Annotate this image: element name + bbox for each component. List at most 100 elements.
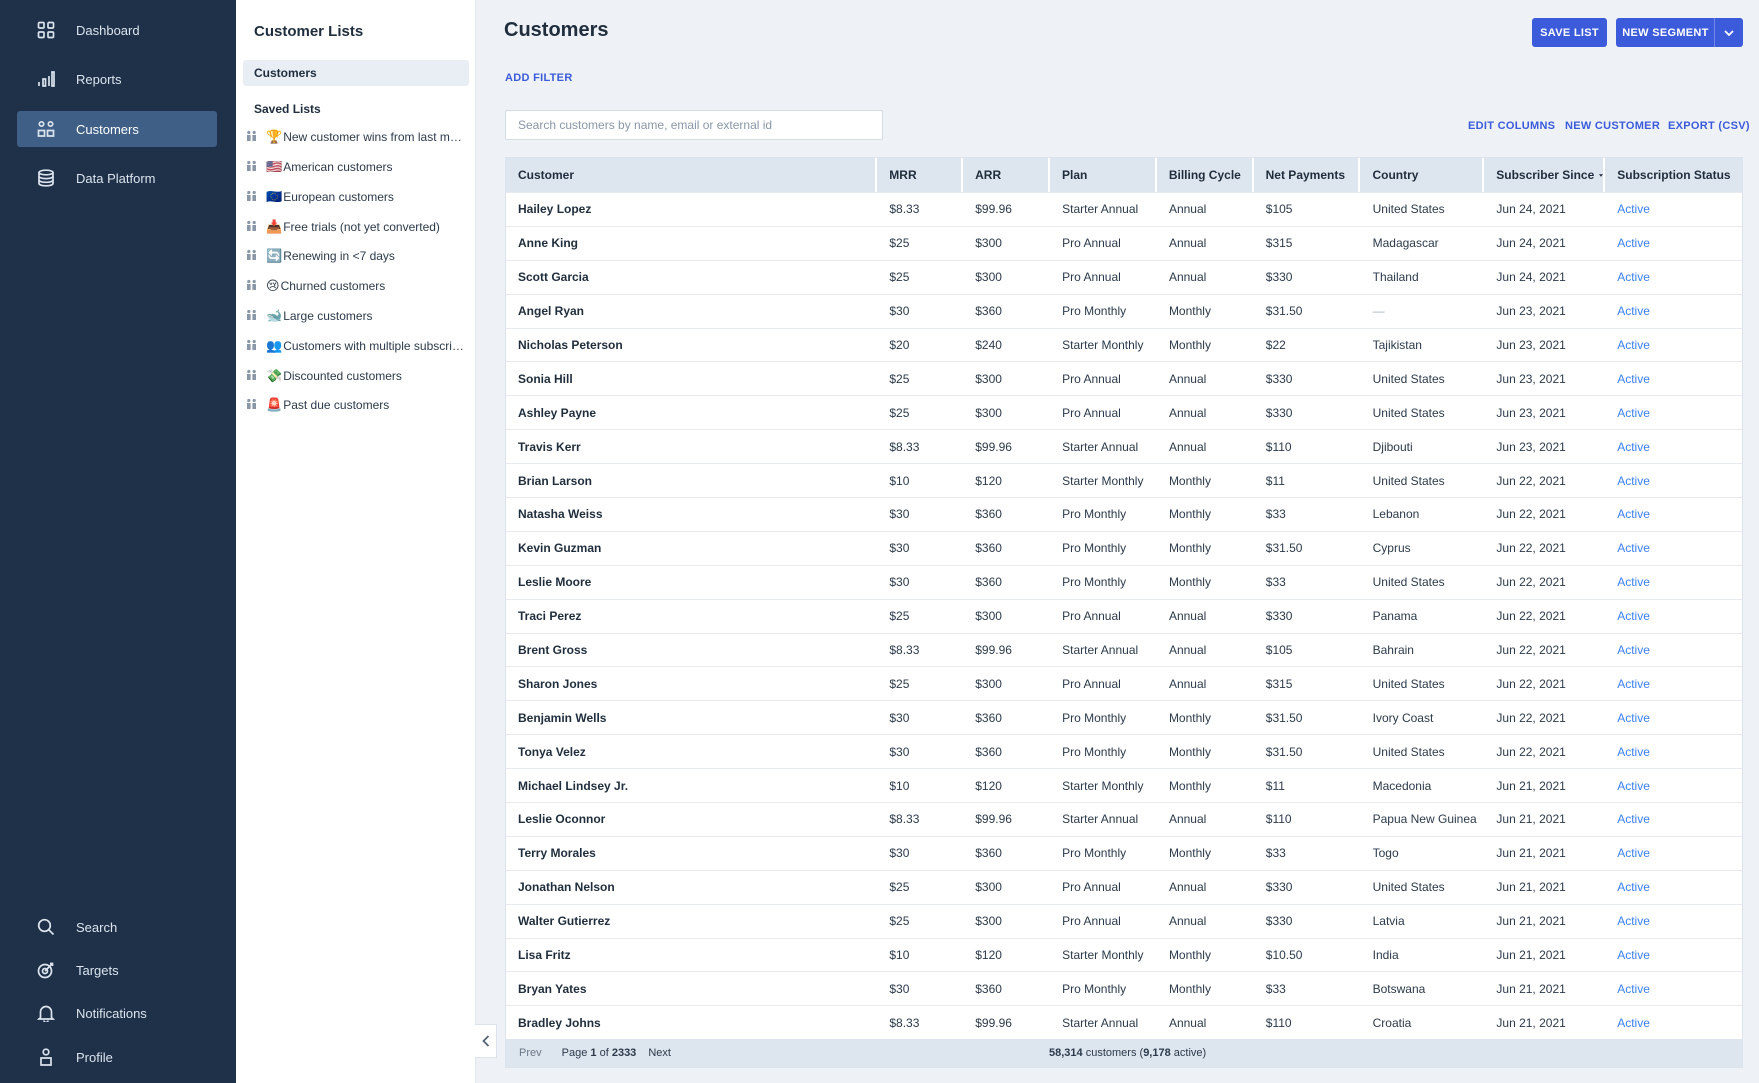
cell-subscription-status[interactable]: Active — [1605, 396, 1742, 429]
table-row[interactable]: Sharon Jones $25 $300 Pro Annual Annual $315 U… — [506, 666, 1742, 700]
new-segment-dropdown-button[interactable] — [1714, 18, 1743, 47]
cell-customer[interactable]: Benjamin Wells — [506, 701, 877, 734]
table-row[interactable]: Lisa Fritz $10 $120 Starter Monthly Monthly $… — [506, 937, 1742, 972]
cell-customer[interactable]: Scott Garcia — [506, 261, 877, 294]
cell-subscription-status[interactable]: Active — [1605, 905, 1742, 938]
cell-subscription-status[interactable]: Active — [1605, 430, 1742, 463]
cell-customer[interactable]: Ashley Payne — [506, 396, 877, 429]
cell-subscription-status[interactable]: Active — [1605, 803, 1742, 836]
cell-subscription-status[interactable]: Active — [1605, 362, 1742, 395]
table-row[interactable]: Traci Perez $25 $300 Pro Annual Annual $330 Pa… — [506, 598, 1742, 633]
column-header-mrr[interactable]: MRR — [877, 158, 964, 192]
next-page-button[interactable]: Next — [648, 1047, 671, 1059]
cell-customer[interactable]: Leslie Oconnor — [506, 803, 877, 836]
nav-item-notifications[interactable]: Notifications — [17, 995, 217, 1031]
saved-list-item[interactable]: 😢 Churned customers — [246, 275, 468, 297]
saved-list-item[interactable]: 👥 Customers with multiple subscriptions — [246, 335, 468, 357]
table-row[interactable]: Bradley Johns $8.33 $99.96 Starter Annual An… — [506, 1005, 1742, 1039]
cell-customer[interactable]: Anne King — [506, 227, 877, 260]
cell-subscription-status[interactable]: Active — [1605, 837, 1742, 870]
cell-customer[interactable]: Jonathan Nelson — [506, 871, 877, 904]
cell-subscription-status[interactable]: Active — [1605, 193, 1742, 226]
cell-subscription-status[interactable]: Active — [1605, 532, 1742, 565]
nav-item-profile[interactable]: Profile — [17, 1039, 217, 1075]
table-row[interactable]: Leslie Moore $30 $360 Pro Monthly Monthly $33… — [506, 564, 1742, 599]
nav-item-reports[interactable]: Reports — [17, 61, 217, 97]
column-header-arr[interactable]: ARR — [963, 158, 1050, 192]
column-header-customer[interactable]: Customer — [506, 158, 878, 192]
table-row[interactable]: Jonathan Nelson $25 $300 Pro Annual Annual $3… — [506, 869, 1742, 904]
table-row[interactable]: Sonia Hill $25 $300 Pro Annual Annual $330 Uni… — [506, 361, 1742, 395]
table-row[interactable]: Benjamin Wells $30 $360 Pro Monthly Monthly $… — [506, 700, 1742, 734]
column-header-subscriber-since[interactable]: Subscriber Since — [1484, 158, 1606, 192]
saved-list-item[interactable]: 🐋 Large customers — [246, 305, 468, 327]
column-header-billing-cycle[interactable]: Billing Cycle — [1157, 158, 1254, 192]
new-customer-button[interactable]: NEW CUSTOMER — [1565, 120, 1660, 132]
cell-customer[interactable]: Brian Larson — [506, 464, 877, 497]
column-header-plan[interactable]: Plan — [1050, 158, 1157, 192]
cell-customer[interactable]: Tonya Velez — [506, 735, 877, 768]
table-row[interactable]: Michael Lindsey Jr. $10 $120 Starter Monthl… — [506, 768, 1742, 802]
column-header-net-payments[interactable]: Net Payments — [1254, 158, 1361, 192]
column-header-country[interactable]: Country — [1360, 158, 1485, 192]
saved-list-item[interactable]: 🏆 New customer wins from last month — [246, 126, 468, 148]
cell-subscription-status[interactable]: Active — [1605, 1006, 1742, 1039]
table-row[interactable]: Angel Ryan $30 $360 Pro Monthly Monthly $31.5… — [506, 293, 1742, 328]
cell-customer[interactable]: Bradley Johns — [506, 1006, 877, 1039]
cell-customer[interactable]: Michael Lindsey Jr. — [506, 769, 877, 802]
cell-customer[interactable]: Traci Perez — [506, 600, 877, 633]
search-input[interactable] — [505, 110, 883, 140]
table-row[interactable]: Nicholas Peterson $20 $240 Starter Monthly M… — [506, 327, 1742, 362]
cell-customer[interactable]: Lisa Fritz — [506, 939, 877, 972]
cell-customer[interactable]: Bryan Yates — [506, 972, 877, 1005]
table-row[interactable]: Hailey Lopez $8.33 $99.96 Starter Annual Ann… — [506, 192, 1742, 226]
cell-subscription-status[interactable]: Active — [1605, 972, 1742, 1005]
cell-subscription-status[interactable]: Active — [1605, 295, 1742, 328]
table-row[interactable]: Bryan Yates $30 $360 Pro Monthly Monthly $33 B… — [506, 971, 1742, 1005]
cell-customer[interactable]: Leslie Moore — [506, 566, 877, 599]
cell-subscription-status[interactable]: Active — [1605, 464, 1742, 497]
cell-customer[interactable]: Walter Gutierrez — [506, 905, 877, 938]
table-row[interactable]: Brent Gross $8.33 $99.96 Starter Annual Annu… — [506, 632, 1742, 667]
cell-subscription-status[interactable]: Active — [1605, 735, 1742, 768]
cell-subscription-status[interactable]: Active — [1605, 498, 1742, 531]
cell-customer[interactable]: Sharon Jones — [506, 667, 877, 700]
nav-item-data-platform[interactable]: Data Platform — [17, 160, 217, 196]
save-list-button[interactable]: SAVE LIST — [1532, 18, 1607, 47]
table-row[interactable]: Natasha Weiss $30 $360 Pro Monthly Monthly $3… — [506, 497, 1742, 531]
table-row[interactable]: Travis Kerr $8.33 $99.96 Starter Annual Annu… — [506, 429, 1742, 463]
saved-list-item[interactable]: 🔄 Renewing in <7 days — [246, 245, 468, 267]
saved-list-item[interactable]: 🇺🇸 American customers — [246, 156, 468, 178]
export-csv-button[interactable]: EXPORT (CSV) — [1668, 120, 1750, 132]
table-row[interactable]: Scott Garcia $25 $300 Pro Annual Annual $330 T… — [506, 259, 1742, 294]
list-item-customers[interactable]: Customers — [243, 60, 469, 86]
cell-customer[interactable]: Natasha Weiss — [506, 498, 877, 531]
prev-page-button[interactable]: Prev — [519, 1047, 542, 1059]
cell-subscription-status[interactable]: Active — [1605, 701, 1742, 734]
table-row[interactable]: Terry Morales $30 $360 Pro Monthly Monthly $3… — [506, 835, 1742, 870]
cell-customer[interactable]: Sonia Hill — [506, 362, 877, 395]
cell-customer[interactable]: Terry Morales — [506, 837, 877, 870]
table-row[interactable]: Brian Larson $10 $120 Starter Monthly Monthl… — [506, 463, 1742, 497]
table-row[interactable]: Walter Gutierrez $25 $300 Pro Annual Annual $… — [506, 903, 1742, 938]
cell-subscription-status[interactable]: Active — [1605, 667, 1742, 700]
nav-item-dashboard[interactable]: Dashboard — [17, 12, 217, 48]
cell-subscription-status[interactable]: Active — [1605, 769, 1742, 802]
column-header-subscription-status[interactable]: Subscription Status — [1605, 158, 1742, 192]
new-segment-button[interactable]: NEW SEGMENT — [1616, 18, 1715, 47]
saved-list-item[interactable]: 💸 Discounted customers — [246, 365, 468, 387]
nav-item-customers[interactable]: Customers — [17, 111, 217, 147]
cell-subscription-status[interactable]: Active — [1605, 227, 1742, 260]
nav-item-targets[interactable]: Targets — [17, 952, 217, 988]
cell-subscription-status[interactable]: Active — [1605, 634, 1742, 667]
cell-customer[interactable]: Angel Ryan — [506, 295, 877, 328]
table-row[interactable]: Tonya Velez $30 $360 Pro Monthly Monthly $31.… — [506, 734, 1742, 768]
cell-customer[interactable]: Nicholas Peterson — [506, 329, 877, 362]
add-filter-button[interactable]: ADD FILTER — [505, 72, 573, 84]
saved-list-item[interactable]: 🇪🇺 European customers — [246, 186, 468, 208]
cell-customer[interactable]: Brent Gross — [506, 634, 877, 667]
cell-subscription-status[interactable]: Active — [1605, 871, 1742, 904]
cell-subscription-status[interactable]: Active — [1605, 600, 1742, 633]
cell-subscription-status[interactable]: Active — [1605, 261, 1742, 294]
cell-customer[interactable]: Travis Kerr — [506, 430, 877, 463]
